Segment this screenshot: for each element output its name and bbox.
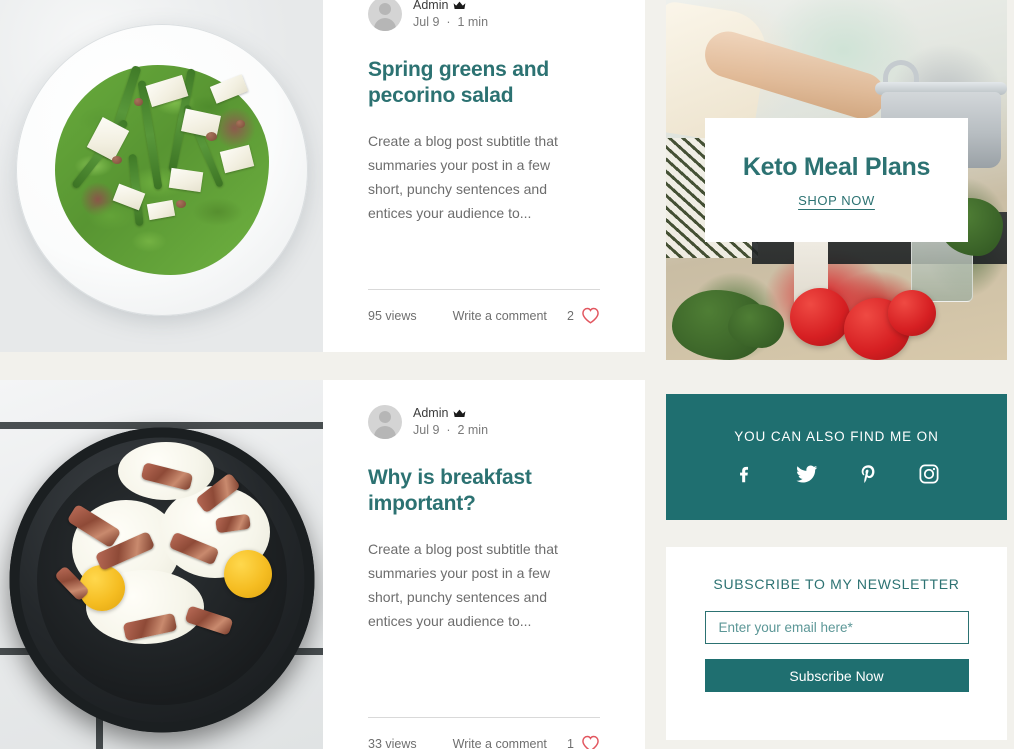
- author-row: Admin: [413, 0, 488, 14]
- post-content: Admin Jul 9 · 1 min Spring greens and pe…: [323, 0, 645, 352]
- facebook-icon: [739, 466, 748, 483]
- blog-post-card[interactable]: Admin Jul 9 · 1 min Spring greens and pe…: [0, 0, 645, 352]
- blog-post-card[interactable]: Admin Jul 9 · 2 min Why is breakfast imp…: [0, 380, 645, 749]
- social-link-twitter[interactable]: [795, 463, 819, 485]
- like-count: 2: [567, 308, 574, 323]
- sidebar: Keto Meal Plans SHOP NOW YOU CAN ALSO FI…: [666, 0, 1007, 740]
- post-excerpt: Create a blog post subtitle that summari…: [368, 132, 558, 222]
- post-title[interactable]: Spring greens and pecorino salad: [368, 57, 600, 110]
- walnut-piece: [112, 156, 122, 164]
- post-content: Admin Jul 9 · 2 min Why is breakfast imp…: [323, 380, 645, 749]
- post-stats-row: 95 views Write a comment 2: [368, 307, 600, 324]
- post-thumbnail-breakfast[interactable]: [0, 380, 323, 749]
- post-title[interactable]: Why is breakfast important?: [368, 465, 600, 518]
- social-link-facebook[interactable]: [734, 463, 756, 485]
- view-count: 33 views: [368, 736, 417, 749]
- instagram-icon: [919, 464, 938, 484]
- post-excerpt: Create a blog post subtitle that summari…: [368, 540, 558, 630]
- author-meta-text: Admin Jul 9 · 1 min: [413, 0, 488, 31]
- blog-feed: Admin Jul 9 · 1 min Spring greens and pe…: [0, 0, 645, 749]
- promo-card: Keto Meal Plans SHOP NOW: [705, 118, 968, 242]
- pinterest-icon: [861, 465, 874, 483]
- post-date-readtime: Jul 9 · 1 min: [413, 15, 489, 29]
- author-row: Admin: [413, 405, 488, 422]
- email-field[interactable]: [704, 611, 969, 644]
- walnut-piece: [134, 98, 143, 106]
- author-name: Admin: [413, 0, 449, 13]
- avatar[interactable]: [368, 0, 402, 31]
- post-thumbnail-salad[interactable]: [0, 0, 323, 352]
- write-comment-link[interactable]: Write a comment: [453, 309, 547, 323]
- heart-icon[interactable]: [581, 307, 600, 324]
- divider: [368, 717, 600, 718]
- social-icon-row: [734, 463, 940, 485]
- post-footer: 95 views Write a comment 2: [368, 289, 600, 324]
- shop-now-link[interactable]: SHOP NOW: [798, 193, 875, 208]
- divider: [368, 289, 600, 290]
- subscribe-button[interactable]: Subscribe Now: [704, 659, 969, 692]
- pecorino-shaving: [168, 167, 204, 193]
- like-group[interactable]: 1: [567, 735, 600, 749]
- post-date-readtime: Jul 9 · 2 min: [413, 423, 489, 437]
- crown-icon: [454, 409, 466, 418]
- blog-page: Admin Jul 9 · 1 min Spring greens and pe…: [0, 0, 1014, 749]
- post-author-meta: Admin Jul 9 · 1 min: [368, 0, 600, 31]
- post-author-meta: Admin Jul 9 · 2 min: [368, 405, 600, 439]
- tomato: [790, 288, 850, 346]
- promo-title: Keto Meal Plans: [742, 152, 931, 181]
- view-count: 95 views: [368, 308, 417, 323]
- social-link-instagram[interactable]: [918, 463, 940, 485]
- crown-icon: [454, 1, 466, 10]
- twitter-icon: [795, 465, 817, 483]
- newsletter-title: SUBSCRIBE TO MY NEWSLETTER: [713, 576, 960, 592]
- heart-icon[interactable]: [581, 735, 600, 749]
- walnut-piece: [176, 200, 186, 208]
- post-stats-row: 33 views Write a comment 1: [368, 735, 600, 749]
- write-comment-link[interactable]: Write a comment: [453, 737, 547, 749]
- post-footer: 33 views Write a comment 1: [368, 717, 600, 749]
- avatar[interactable]: [368, 405, 402, 439]
- social-panel: YOU CAN ALSO FIND ME ON: [666, 394, 1007, 520]
- tomato: [888, 290, 936, 336]
- walnut-piece: [236, 120, 245, 128]
- author-meta-text: Admin Jul 9 · 2 min: [413, 405, 488, 439]
- author-name: Admin: [413, 406, 449, 421]
- social-link-pinterest[interactable]: [858, 463, 879, 485]
- egg-yolk: [224, 550, 272, 598]
- like-group[interactable]: 2: [567, 307, 600, 324]
- newsletter-panel: SUBSCRIBE TO MY NEWSLETTER Subscribe Now: [666, 547, 1007, 740]
- social-panel-title: YOU CAN ALSO FIND ME ON: [734, 429, 939, 444]
- like-count: 1: [567, 736, 574, 749]
- promo-banner[interactable]: Keto Meal Plans SHOP NOW: [666, 0, 1007, 360]
- broccoli: [728, 304, 784, 348]
- walnut-piece: [206, 132, 217, 141]
